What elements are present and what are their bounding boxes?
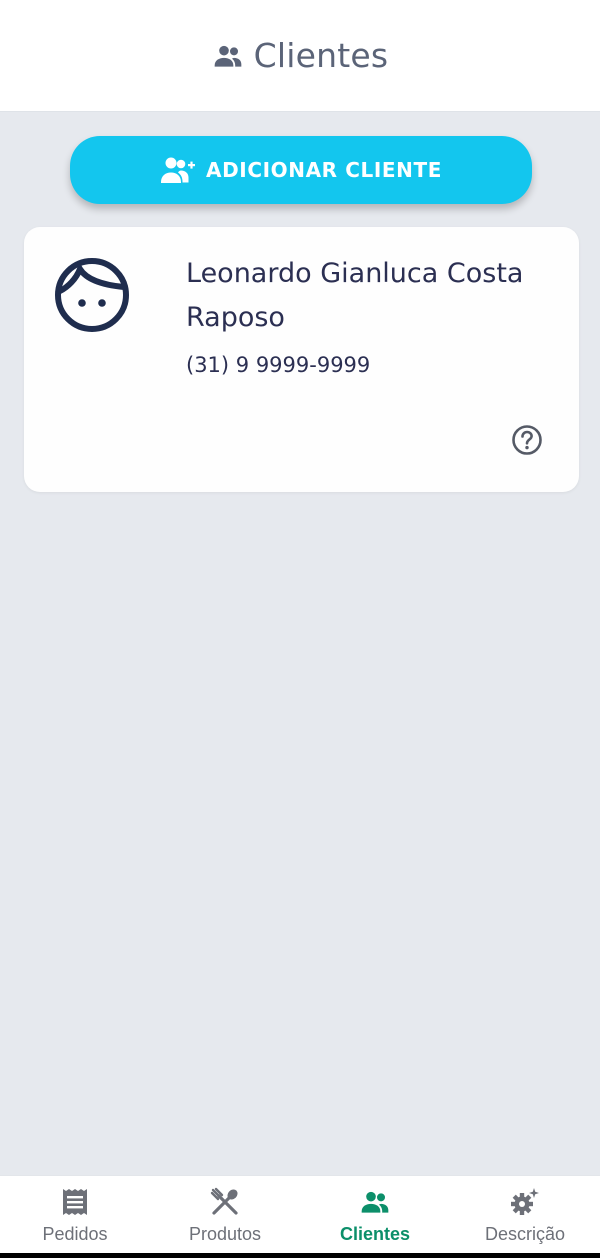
nav-item-pedidos[interactable]: Pedidos [0, 1176, 150, 1258]
nav-item-clientes[interactable]: Clientes [300, 1176, 450, 1258]
gear-sparkle-icon [509, 1186, 541, 1218]
person-add-icon [160, 155, 196, 185]
nav-label-pedidos: Pedidos [42, 1224, 108, 1244]
system-bar [0, 1253, 600, 1258]
add-client-label: ADICIONAR CLIENTE [206, 158, 442, 182]
nav-label-produtos: Produtos [188, 1224, 262, 1244]
nav-item-descricao[interactable]: Descrição [450, 1176, 600, 1258]
page-header: Clientes [0, 0, 600, 112]
app-root: Clientes ADICIONAR CLIENTE Leonardo Gian… [0, 0, 600, 1258]
nav-item-produtos[interactable]: Produtos [150, 1176, 300, 1258]
client-name: Leonardo Gianluca Costa Raposo [186, 258, 524, 333]
people-icon [212, 40, 244, 72]
people-icon [359, 1186, 391, 1218]
add-client-button[interactable]: ADICIONAR CLIENTE [70, 136, 532, 204]
nav-label-clientes: Clientes [339, 1224, 411, 1244]
page-title: Clientes [253, 36, 389, 75]
utensils-icon [209, 1186, 241, 1218]
client-phone: (31) 9 9999-9999 [186, 353, 371, 377]
client-card[interactable]: Leonardo Gianluca Costa Raposo (31) 9 99… [24, 227, 579, 492]
face-icon [54, 257, 130, 333]
receipt-icon [59, 1186, 91, 1218]
nav-label-descricao: Descrição [484, 1224, 566, 1244]
help-circle-icon[interactable] [511, 424, 543, 456]
bottom-navigation: Pedidos Produtos Clientes Descrição [0, 1175, 600, 1258]
